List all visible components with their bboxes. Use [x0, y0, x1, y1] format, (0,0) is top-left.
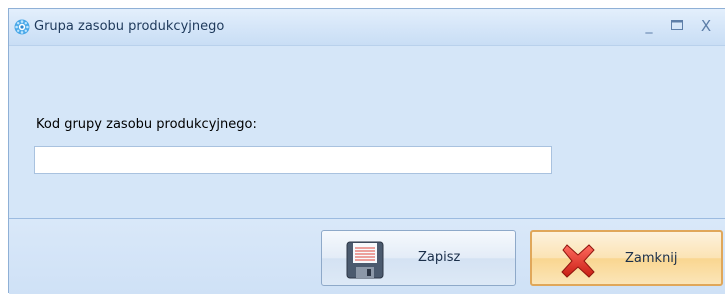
- floppy-disk-icon: [344, 239, 386, 281]
- save-button-label: Zapisz: [418, 250, 461, 265]
- gear-circle-icon: [14, 19, 30, 35]
- window-title: Grupa zasobu produkcyjnego: [34, 19, 225, 34]
- title-bar[interactable]: Grupa zasobu produkcyjnego _ X: [9, 9, 725, 46]
- close-button[interactable]: Zamknij: [530, 230, 723, 286]
- code-label: Kod grupy zasobu produkcyjnego:: [36, 117, 257, 132]
- code-input[interactable]: [34, 146, 552, 174]
- button-bar: Zapisz Zamknij: [9, 219, 725, 294]
- maximize-button[interactable]: [667, 17, 687, 35]
- red-x-icon: [557, 240, 599, 282]
- minimize-button[interactable]: _: [639, 17, 659, 35]
- close-button-label: Zamknij: [625, 251, 678, 266]
- dialog-window: Grupa zasobu produkcyjnego _ X Kod grupy…: [8, 8, 725, 294]
- maximize-icon: [671, 20, 683, 30]
- close-window-button[interactable]: X: [696, 17, 716, 35]
- form-area: Kod grupy zasobu produkcyjnego:: [9, 46, 725, 218]
- save-button[interactable]: Zapisz: [321, 230, 516, 286]
